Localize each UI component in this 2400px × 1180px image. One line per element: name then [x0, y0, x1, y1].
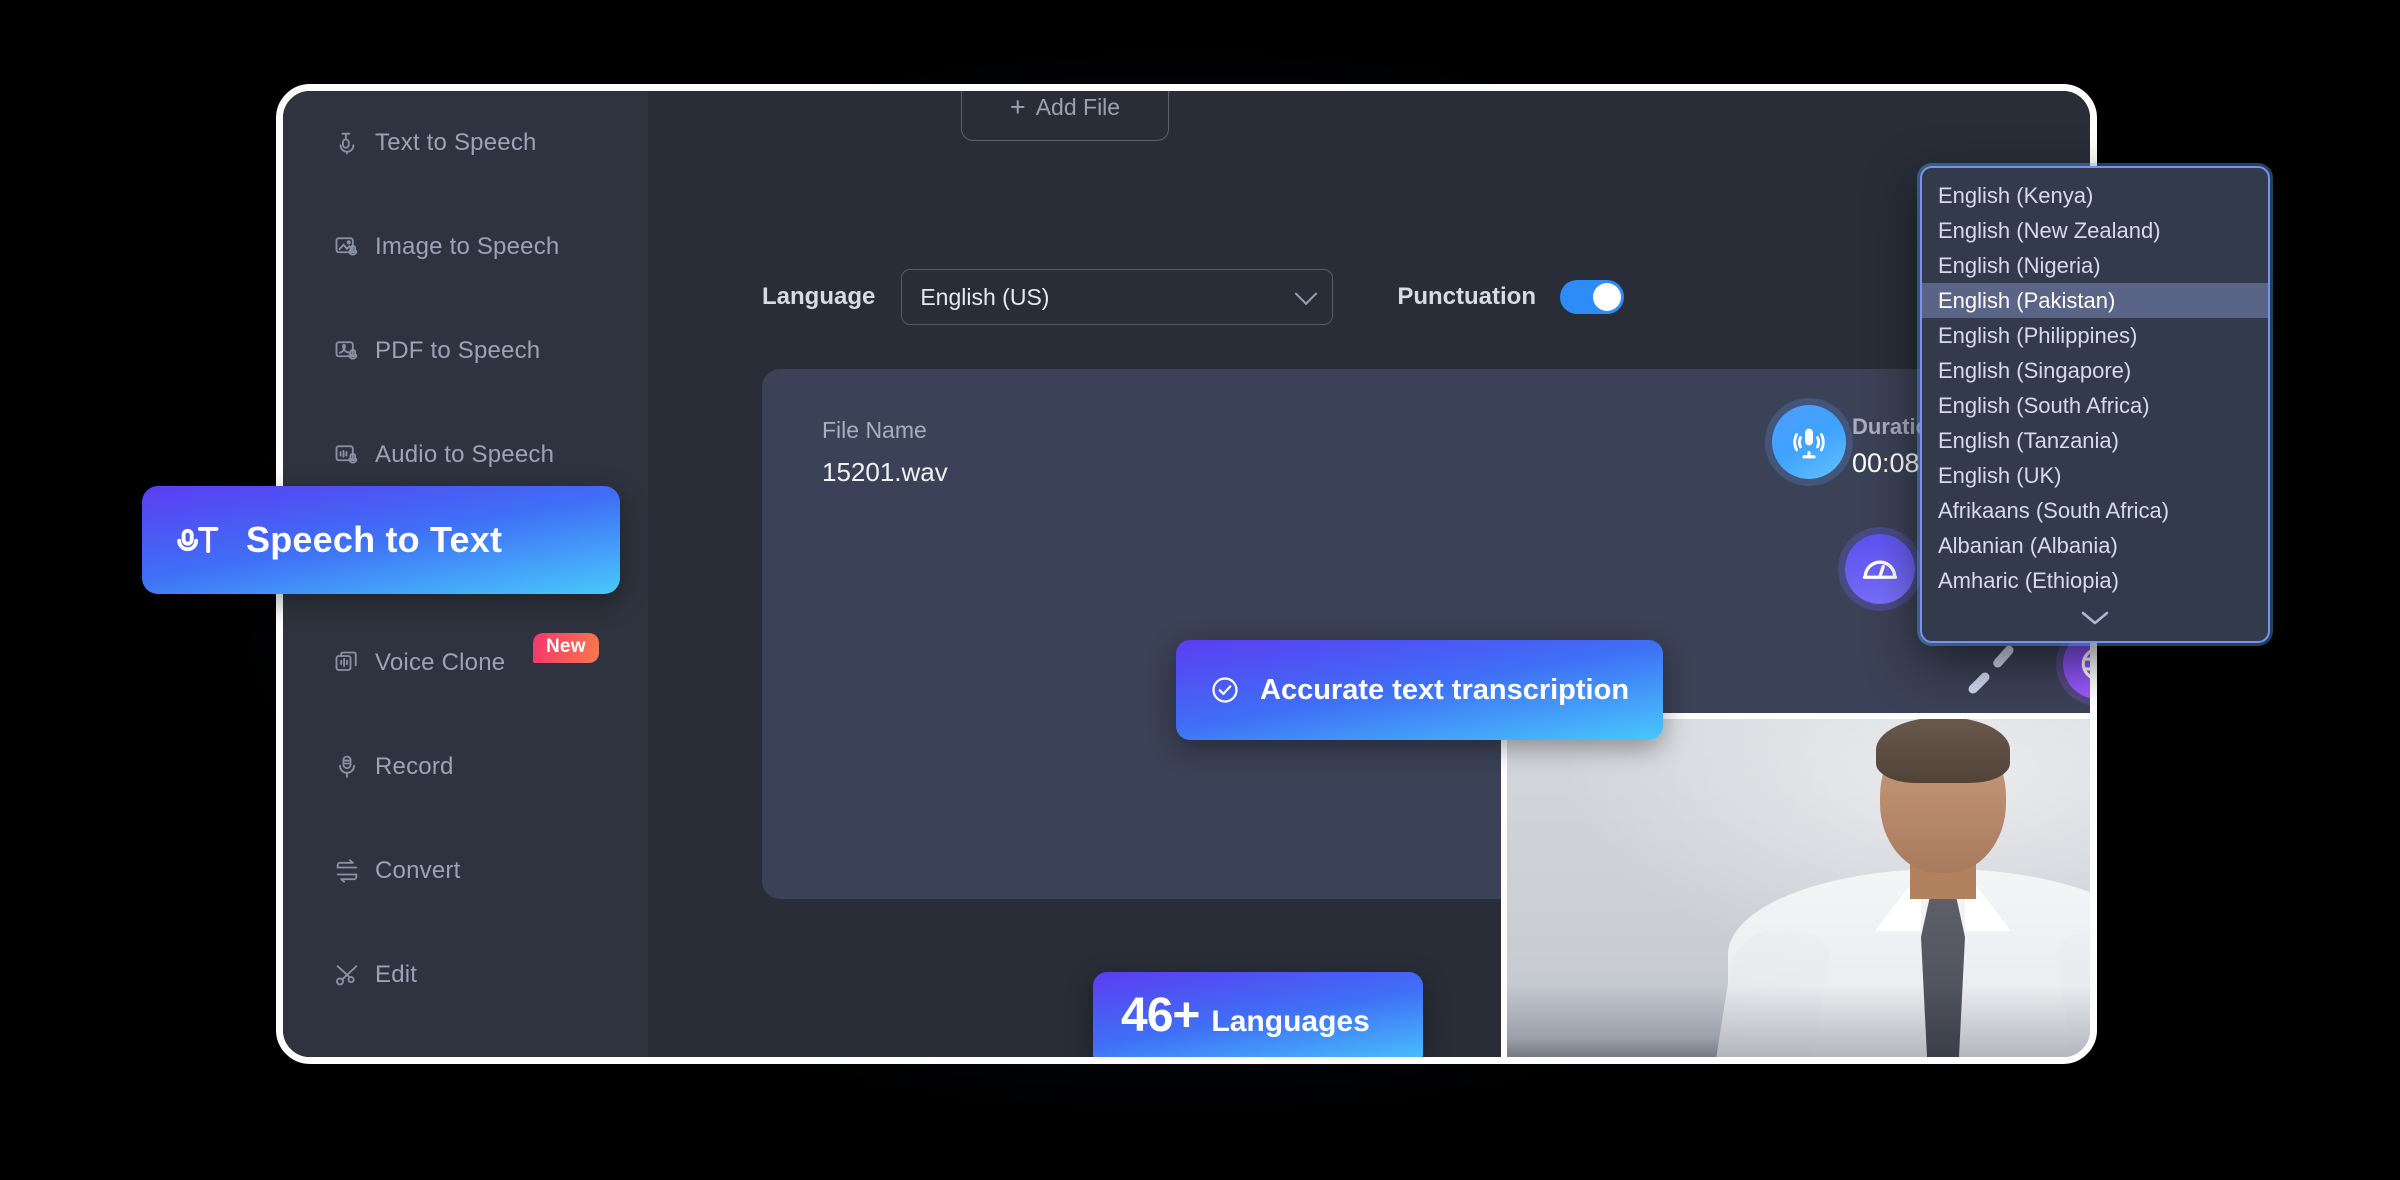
language-option[interactable]: English (South Africa) — [1922, 388, 2268, 423]
sidebar-item-edit[interactable]: Edit — [283, 923, 648, 1027]
language-select-value: English (US) — [920, 283, 1050, 310]
add-file-button[interactable]: + Add File — [961, 91, 1169, 141]
language-option[interactable]: Albanian (Albania) — [1922, 528, 2268, 563]
sidebar-item-label: Text to Speech — [375, 129, 537, 156]
badge-label: Speech to Text — [246, 519, 503, 560]
edit-icon — [333, 961, 361, 989]
language-option[interactable]: English (Kenya) — [1922, 178, 2268, 213]
screenshot-root: Text to Speech Image to Speech PDF to Sp… — [0, 0, 2400, 1180]
sidebar-item-label: Audio to Speech — [375, 441, 555, 468]
sidebar-item-convert[interactable]: Convert — [283, 819, 648, 923]
sidebar-item-image-to-speech[interactable]: Image to Speech — [283, 195, 648, 299]
sidebar-item-label: Edit — [375, 961, 418, 988]
toggle-knob — [1593, 283, 1621, 311]
sidebar-item-label: Convert — [375, 857, 461, 884]
record-icon — [333, 753, 361, 781]
languages-count: 46+ — [1121, 989, 1200, 1042]
voice-clone-icon — [333, 649, 361, 677]
language-dropdown-menu[interactable]: English (Kenya) English (New Zealand) Engl… — [1920, 166, 2270, 643]
file-name-value: 15201.wav — [822, 457, 948, 487]
text-to-speech-icon — [333, 129, 361, 157]
video-shade — [1507, 719, 2090, 1057]
add-file-label: Add File — [1035, 93, 1121, 120]
languages-label: Languages — [1211, 1005, 1370, 1038]
convert-icon — [333, 857, 361, 885]
duration-block: Duration 00:08 — [1772, 405, 1942, 479]
sidebar-item-label: PDF to Speech — [375, 337, 541, 364]
pdf-to-speech-icon — [333, 337, 361, 365]
sidebar-item-record[interactable]: Record — [283, 715, 648, 819]
mic-text-icon — [174, 516, 222, 564]
sidebar-item-voice-clone[interactable]: New Voice Clone — [283, 611, 648, 715]
language-controls-row: Language English (US) Punctuation — [762, 269, 1624, 325]
audio-to-speech-icon — [333, 441, 361, 469]
punctuation-label: Punctuation — [1397, 283, 1536, 310]
video-preview[interactable]: 2:40/3:08 — [1501, 713, 2090, 1057]
badge-languages-count: 46+ Languages — [1093, 972, 1423, 1057]
video-inner: 2:40/3:08 — [1507, 719, 2090, 1057]
language-option[interactable]: English (Philippines) — [1922, 318, 2268, 353]
language-option[interactable]: Afrikaans (South Africa) — [1922, 493, 2268, 528]
language-option-selected[interactable]: English (Pakistan) — [1922, 283, 2268, 318]
microphone-icon — [1772, 405, 1846, 479]
language-option[interactable]: English (Singapore) — [1922, 353, 2268, 388]
sidebar-item-pdf-to-speech[interactable]: PDF to Speech — [283, 299, 648, 403]
language-label: Language — [762, 283, 876, 310]
chevron-down-icon — [1295, 282, 1318, 306]
sidebar-item-label: Image to Speech — [375, 233, 560, 260]
language-option[interactable]: English (Tanzania) — [1922, 423, 2268, 458]
file-name-label: File Name — [822, 417, 927, 443]
language-option[interactable]: English (New Zealand) — [1922, 213, 2268, 248]
language-option[interactable]: English (Nigeria) — [1922, 248, 2268, 283]
check-circle-icon — [1210, 675, 1240, 705]
gauge-icon — [1845, 534, 1915, 604]
image-to-speech-icon — [333, 233, 361, 261]
language-select[interactable]: English (US) — [901, 269, 1334, 325]
punctuation-control: Punctuation — [1397, 280, 1624, 314]
language-dropdown-list: English (Kenya) English (New Zealand) Engl… — [1922, 178, 2268, 598]
sidebar-item-label: Voice Clone — [375, 649, 506, 676]
punctuation-toggle[interactable] — [1560, 280, 1624, 314]
sidebar-item-label: Record — [375, 753, 454, 780]
badge-accurate-transcription: Accurate text transcription — [1176, 640, 1663, 740]
sidebar-item-text-to-speech[interactable]: Text to Speech — [283, 91, 648, 195]
badge-speech-to-text[interactable]: Speech to Text — [142, 486, 620, 594]
language-option[interactable]: Amharic (Ethiopia) — [1922, 563, 2268, 598]
status-badge-new: New — [533, 633, 599, 663]
chevron-down-icon[interactable] — [1922, 607, 2268, 629]
plus-icon: + — [1009, 91, 1026, 122]
badge-label: Accurate text transcription — [1260, 673, 1630, 706]
language-option[interactable]: English (UK) — [1922, 458, 2268, 493]
